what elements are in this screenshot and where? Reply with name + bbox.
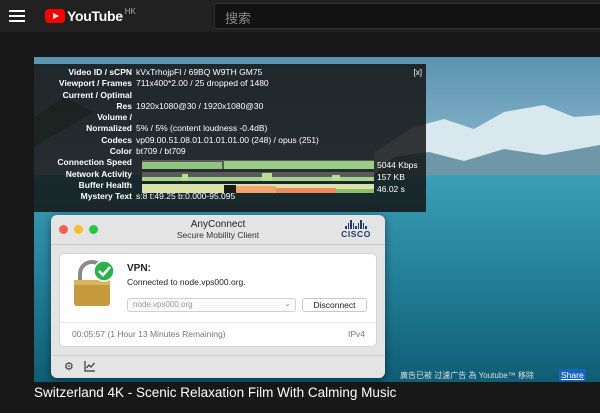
stats-key: Volume / <box>97 112 132 123</box>
padlock-icon <box>74 260 114 306</box>
stats-close-button[interactable]: [x] <box>414 67 422 78</box>
minimize-window-button[interactable] <box>74 225 83 234</box>
zoom-window-button[interactable] <box>89 225 98 234</box>
menu-icon[interactable] <box>9 10 25 22</box>
stats-key: Network Activity <box>65 168 132 179</box>
anyconnect-footer: ⚙ <box>51 355 385 378</box>
stats-row: Video ID / sCPN kVxTrhojpFI / 69BQ W9TH G… <box>34 67 426 78</box>
server-select[interactable]: node.vps000.org ⌄ <box>127 298 296 312</box>
vpn-label: VPN: <box>127 263 151 274</box>
buffer-health-graph <box>142 184 374 193</box>
anyconnect-titlebar[interactable]: AnyConnect Secure Mobility Client CISCO <box>51 215 385 245</box>
stats-value: vp09.00.51.08.01.01.01.01.00 (248) / opu… <box>136 134 319 145</box>
connection-speed-value: 5044 Kbps <box>377 160 418 170</box>
stats-key: Mystery Text <box>80 191 132 202</box>
stats-value <box>136 112 426 123</box>
anyconnect-title: AnyConnect <box>190 219 246 230</box>
youtube-play-icon <box>45 9 65 23</box>
anyconnect-subtitle: Secure Mobility Client <box>176 230 260 240</box>
region-label: HK <box>124 6 136 16</box>
anyconnect-window: AnyConnect Secure Mobility Client CISCO … <box>51 215 385 378</box>
network-activity-graph <box>142 172 374 181</box>
cisco-bars-icon <box>341 220 371 229</box>
gear-icon[interactable]: ⚙ <box>64 360 74 373</box>
stats-for-nerds-panel: [x] Video ID / sCPN kVxTrhojpFI / 69BQ W9… <box>34 64 426 212</box>
stats-key: Current / Optimal <box>62 89 132 100</box>
stats-row: Color bt709 / bt709 <box>34 146 426 157</box>
stats-value <box>136 90 426 101</box>
network-activity-value: 157 KB <box>377 172 405 182</box>
stats-row: Normalized 5% / 5% (content loudness -0.4… <box>34 123 426 134</box>
stats-key: Buffer Health <box>78 179 132 190</box>
server-select-value: node.vps000.org <box>133 300 193 309</box>
connection-speed-graph <box>142 160 374 169</box>
stats-value: 5% / 5% (content loudness -0.4dB) <box>136 123 268 134</box>
stats-value: 711x400*2.00 / 25 dropped of 1480 <box>136 78 269 89</box>
disconnect-button[interactable]: Disconnect <box>302 298 367 312</box>
session-timer: 00:05:57 (1 Hour 13 Minutes Remaining) <box>72 329 226 339</box>
stats-key: Codecs <box>101 134 132 145</box>
close-window-button[interactable] <box>59 225 68 234</box>
stats-row: Volume / <box>34 112 426 123</box>
ad-removed-note: 廣告已被 过濾广告 為 Youtube™ 移除 <box>400 371 534 380</box>
stats-key: Connection Speed <box>57 157 132 168</box>
youtube-logo[interactable]: YouTube HK <box>45 6 136 24</box>
logo-text: YouTube <box>67 8 123 24</box>
stats-value: 1920x1080@30 / 1920x1080@30 <box>136 100 264 111</box>
search-input[interactable]: 搜索 <box>214 3 600 29</box>
share-link[interactable]: Share <box>559 369 586 381</box>
video-title: Switzerland 4K - Scenic Relaxation Film … <box>34 385 397 400</box>
statistics-chart-icon[interactable] <box>84 360 96 375</box>
divider <box>60 322 376 323</box>
cisco-logo: CISCO <box>341 220 371 239</box>
stats-key: Normalized <box>86 123 132 134</box>
stats-key: Viewport / Frames <box>58 78 132 89</box>
cisco-wordmark: CISCO <box>341 229 371 239</box>
stats-key: Video ID / sCPN <box>68 67 132 77</box>
stats-row: Viewport / Frames 711x400*2.00 / 25 dropp… <box>34 78 426 89</box>
stats-value: bt709 / bt709 <box>136 146 186 157</box>
stats-row: Codecs vp09.00.51.08.01.01.01.01.00 (248)… <box>34 135 426 146</box>
connection-status-text: Connected to node.vps000.org. <box>127 277 246 287</box>
chevron-down-icon: ⌄ <box>284 299 291 308</box>
protocol-label: IPv4 <box>347 329 365 339</box>
window-controls <box>59 225 98 234</box>
stats-row: Current / Optimal <box>34 90 426 101</box>
vpn-status-card: VPN: Connected to node.vps000.org. node.… <box>59 253 377 347</box>
stats-row: Res 1920x1080@30 / 1920x1080@30 <box>34 101 426 112</box>
buffer-health-value: 46.02 s <box>377 184 405 194</box>
top-bar: YouTube HK 搜索 <box>0 0 600 32</box>
stats-key: Color <box>109 146 132 157</box>
stats-key: Res <box>116 100 132 111</box>
stats-value: kVxTrhojpFI / 69BQ W9TH GM75 <box>136 67 263 77</box>
